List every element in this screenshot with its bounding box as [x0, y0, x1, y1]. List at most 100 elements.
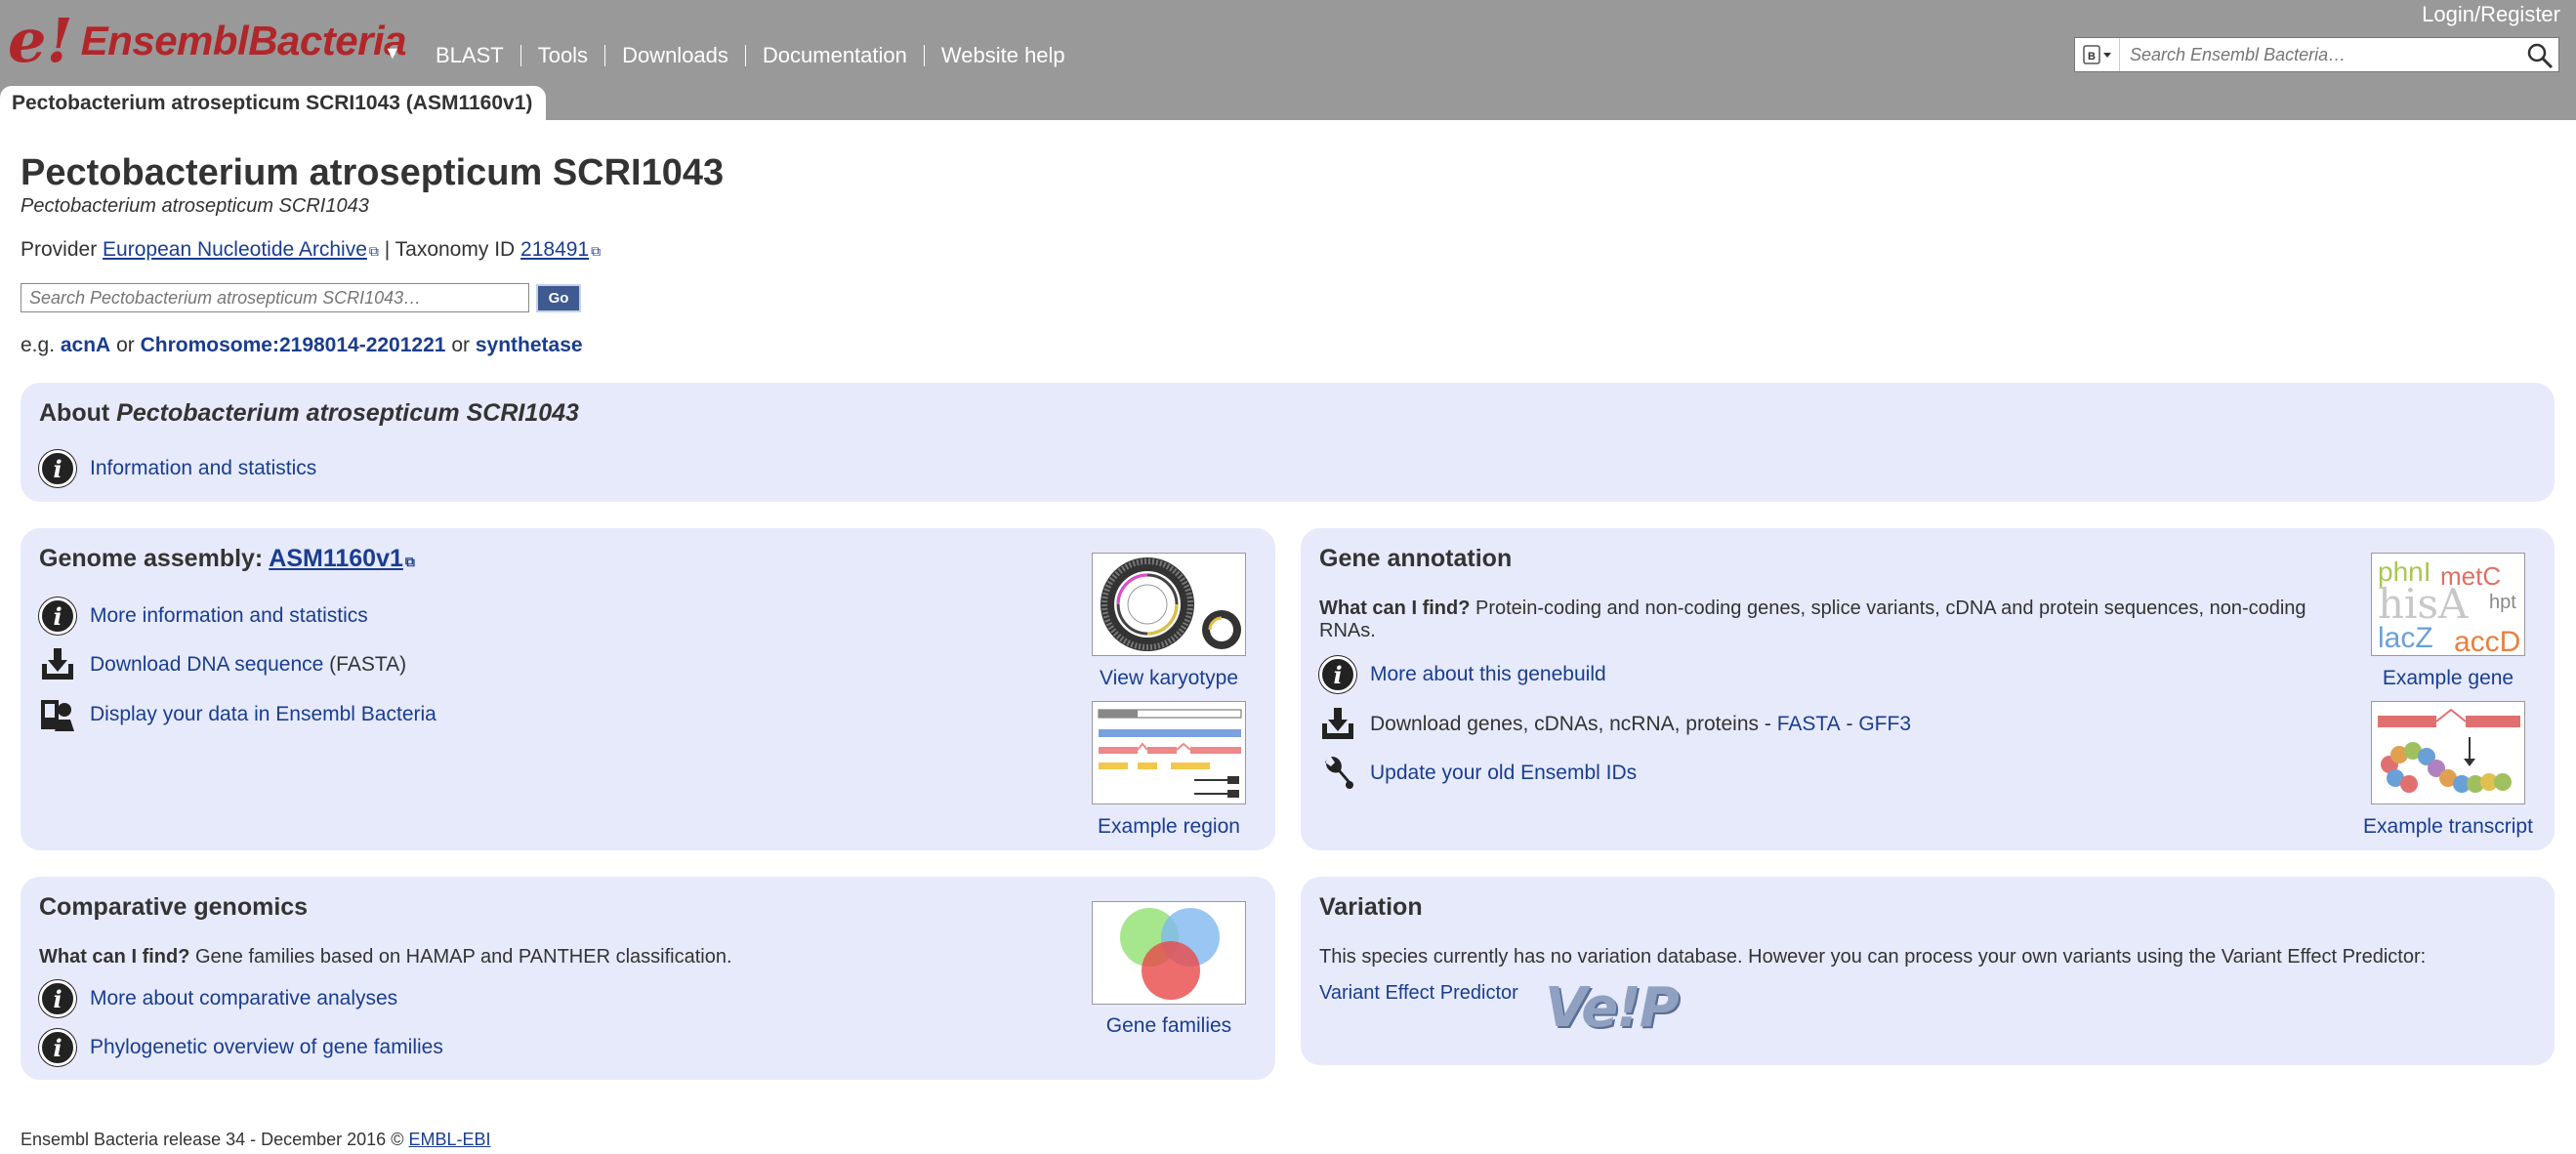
- variation-title: Variation: [1319, 893, 1423, 921]
- about-title: About Pectobacterium atrosepticum SCRI10…: [39, 399, 579, 428]
- search-examples: e.g. acnA or Chromosome:2198014-2201221 …: [21, 334, 583, 357]
- embl-ebi-link[interactable]: EMBL-EBI: [408, 1130, 490, 1149]
- example-transcript-thumbnail[interactable]: [2371, 701, 2525, 804]
- genebuild-link[interactable]: More about this genebuild: [1370, 663, 1606, 686]
- login-register-link[interactable]: Login/Register: [2422, 2, 2560, 27]
- genome-assembly-panel: Genome assembly: ASM1160v1 ⧉ i More infor…: [21, 528, 1275, 850]
- comparative-more-row[interactable]: i More about comparative analyses: [39, 980, 397, 1017]
- comparative-more-link[interactable]: More about comparative analyses: [90, 987, 397, 1010]
- species-tab[interactable]: Pectobacterium atrosepticum SCRI1043 (AS…: [0, 86, 547, 120]
- gene-annotation-title: Gene annotation: [1319, 545, 1513, 572]
- fasta-suffix: (FASTA): [329, 653, 407, 676]
- nav-downloads[interactable]: Downloads: [604, 45, 745, 66]
- logo-text: EnsemblBacteria: [80, 18, 407, 63]
- genebuild-row[interactable]: i More about this genebuild: [1319, 656, 1606, 693]
- logo-e-icon: e!: [8, 5, 73, 76]
- download-dna-link[interactable]: Download DNA sequence: [90, 653, 323, 677]
- site-search: B: [2074, 37, 2559, 72]
- more-info-row[interactable]: i More information and statistics: [39, 598, 368, 635]
- about-title-species: Pectobacterium atrosepticum SCRI1043: [116, 399, 579, 427]
- comparative-genomics-panel: Comparative genomics What can I find? Ge…: [21, 877, 1275, 1080]
- example-acna-link[interactable]: acnA: [61, 334, 110, 356]
- example-gene-thumbnail[interactable]: phnI metC hisA hpt lacZ accD: [2371, 553, 2525, 656]
- variation-description: This species currently has no variation …: [1319, 946, 2427, 968]
- page-title: Pectobacterium atrosepticum SCRI1043: [21, 152, 725, 193]
- display-data-link[interactable]: Display your data in Ensembl Bacteria: [90, 703, 436, 726]
- download-dna-row[interactable]: Download DNA sequence (FASTA): [39, 646, 406, 683]
- page-subtitle: Pectobacterium atrosepticum SCRI1043: [21, 195, 369, 217]
- gene-word-hpt: hpt: [2489, 592, 2516, 613]
- comparative-title: Comparative genomics: [39, 893, 309, 921]
- view-karyotype-link[interactable]: View karyotype: [1092, 667, 1246, 690]
- example-gene-link[interactable]: Example gene: [2351, 667, 2545, 690]
- eg-label: e.g.: [21, 334, 56, 356]
- provider-label: Provider: [21, 238, 98, 261]
- ensembl-logo[interactable]: e! EnsemblBacteria: [8, 5, 407, 76]
- go-button[interactable]: Go: [536, 284, 581, 312]
- gene-word-accd: accD: [2454, 626, 2520, 656]
- assembly-link[interactable]: ASM1160v1: [269, 545, 403, 572]
- karyotype-thumbnail[interactable]: [1092, 553, 1246, 656]
- provider-link[interactable]: European Nucleotide Archive: [103, 238, 367, 261]
- about-info-row[interactable]: i Information and statistics: [39, 450, 316, 487]
- external-link-icon: ⧉: [368, 243, 379, 259]
- chevron-down-icon[interactable]: ▼: [384, 43, 401, 63]
- what-label: What can I find?: [39, 946, 190, 968]
- provider-line: Provider European Nucleotide Archive ⧉ | …: [21, 238, 601, 262]
- search-icon[interactable]: [2525, 41, 2555, 70]
- info-icon: i: [39, 450, 76, 487]
- wrench-icon: [1319, 755, 1356, 792]
- vep-logo[interactable]: Ve!P: [1545, 976, 1680, 1040]
- gene-annotation-panel: Gene annotation What can I find? Protein…: [1301, 528, 2555, 850]
- info-icon: i: [39, 980, 76, 1017]
- gene-word-lacz: lacZ: [2378, 622, 2433, 654]
- or-label: or: [116, 334, 135, 356]
- fasta-link[interactable]: FASTA: [1777, 713, 1841, 736]
- external-link-icon: ⧉: [591, 243, 602, 259]
- species-select-icon[interactable]: B: [2075, 38, 2120, 71]
- vep-link[interactable]: Variant Effect Predictor: [1319, 982, 1518, 1005]
- example-region-link[interactable]: Example region: [1092, 815, 1246, 839]
- information-statistics-link[interactable]: Information and statistics: [90, 457, 316, 480]
- example-transcript-link[interactable]: Example transcript: [2351, 815, 2545, 839]
- update-ids-link[interactable]: Update your old Ensembl IDs: [1370, 762, 1637, 785]
- download-genes-text: Download genes, cDNAs, ncRNA, proteins -: [1370, 713, 1771, 735]
- region-thumbnail[interactable]: [1092, 701, 1246, 804]
- or-label: or: [451, 334, 470, 356]
- masthead: e! EnsemblBacteria ▼ BLAST Tools Downloa…: [0, 0, 2576, 120]
- footer: Ensembl Bacteria release 34 - December 2…: [21, 1130, 491, 1150]
- example-synthetase-link[interactable]: synthetase: [476, 334, 583, 356]
- genome-assembly-title: Genome assembly: ASM1160v1 ⧉: [39, 545, 415, 573]
- download-icon: [1319, 706, 1356, 743]
- display-data-icon: [39, 696, 76, 733]
- update-ids-row[interactable]: Update your old Ensembl IDs: [1319, 755, 1637, 792]
- site-search-input[interactable]: [2120, 44, 2511, 65]
- download-icon: [39, 646, 76, 683]
- gene-word-hisa: hisA: [2378, 580, 2469, 628]
- gene-annotation-description: What can I find? Protein-coding and non-…: [1319, 598, 2345, 642]
- what-text: Gene families based on HAMAP and PANTHER…: [195, 946, 732, 968]
- phylogenetic-row[interactable]: i Phylogenetic overview of gene families: [39, 1029, 443, 1066]
- species-search-input[interactable]: [21, 283, 529, 312]
- genome-title-prefix: Genome assembly:: [39, 545, 264, 572]
- taxonomy-label: | Taxonomy ID: [384, 238, 516, 261]
- external-link-icon: ⧉: [404, 554, 415, 569]
- nav-documentation[interactable]: Documentation: [744, 45, 924, 66]
- nav-tools[interactable]: Tools: [519, 45, 604, 66]
- info-icon: i: [39, 1029, 76, 1066]
- gff3-link[interactable]: GFF3: [1858, 713, 1911, 736]
- comparative-description: What can I find? Gene families based on …: [39, 946, 732, 969]
- taxonomy-link[interactable]: 218491: [520, 238, 589, 261]
- display-data-row[interactable]: Display your data in Ensembl Bacteria: [39, 696, 436, 733]
- svg-text:B: B: [2088, 51, 2096, 62]
- info-icon: i: [1319, 656, 1356, 693]
- more-info-link[interactable]: More information and statistics: [90, 604, 368, 628]
- about-panel: About Pectobacterium atrosepticum SCRI10…: [21, 383, 2555, 502]
- phylogenetic-link[interactable]: Phylogenetic overview of gene families: [90, 1036, 443, 1059]
- nav-website-help[interactable]: Website help: [923, 45, 1082, 66]
- about-title-prefix: About: [39, 399, 110, 427]
- example-location-link[interactable]: Chromosome:2198014-2201221: [141, 334, 446, 356]
- gene-families-link[interactable]: Gene families: [1092, 1014, 1246, 1038]
- nav-blast[interactable]: BLAST: [420, 45, 520, 66]
- gene-families-thumbnail[interactable]: [1092, 901, 1246, 1005]
